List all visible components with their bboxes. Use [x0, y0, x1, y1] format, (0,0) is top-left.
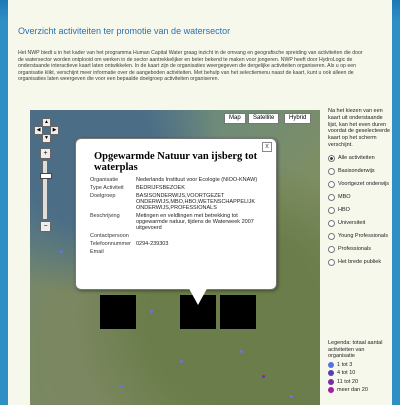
legend-title: Legenda: totaal aantal activiteiten van … [328, 340, 383, 359]
detail-key: Beschrijving [90, 213, 120, 219]
filter-option-universiteit[interactable]: Universiteit [328, 219, 392, 227]
zoom-control[interactable]: + − [40, 148, 52, 232]
legend-swatch [328, 378, 334, 385]
zoom-in-button[interactable]: + [40, 148, 51, 159]
popup-pointer [186, 283, 210, 305]
option-label: Basisonderwijs [338, 168, 375, 175]
detail-value [136, 249, 270, 257]
option-label: Professionals [338, 246, 372, 253]
option-label: HBO [338, 207, 350, 214]
detail-value: BEDRIJFSBEZOEK [136, 185, 185, 191]
filter-description: Na het kiezen van een kaart uit ondersta… [328, 108, 391, 148]
filter-option-mbo[interactable]: MBO [328, 193, 392, 201]
radio-button[interactable] [328, 232, 335, 240]
popup-details-table: Organisatie Nederlands Instituut voor Eco… [90, 177, 270, 257]
legend-label: meer dan 20 [337, 387, 368, 393]
map-marker[interactable] [180, 360, 183, 363]
filter-option-basisonderwijs[interactable]: Basisonderwijs [328, 167, 392, 175]
detail-value: BASISONDERWIJS,VOORTGEZET ONDERWIJS,MBO,… [136, 193, 256, 211]
filter-option-hbo[interactable]: HBO [328, 206, 392, 214]
map-marker[interactable] [290, 395, 293, 398]
pan-right-icon[interactable]: ▶ [50, 126, 59, 135]
map-legend: Legenda: totaal aantal activiteiten van … [328, 340, 392, 394]
radio-button[interactable] [328, 180, 335, 188]
map-type-satellite-button[interactable]: Satellite [248, 113, 280, 124]
table-row: Type Activiteit BEDRIJFSBEZOEK [90, 185, 270, 193]
option-label: Alle activiteiten [338, 155, 375, 162]
map-marker[interactable] [150, 310, 153, 313]
detail-key: Telefoonnummer [90, 241, 131, 247]
legend-item: 1 tot 3 [328, 362, 392, 369]
table-row: Beschrijving Metingen en veldlingen met b… [90, 213, 270, 233]
redaction-block [220, 295, 256, 329]
legend-label: 11 tot 20 [337, 378, 358, 385]
detail-key: Contactpersoon [90, 233, 129, 239]
zoom-slider[interactable] [40, 160, 52, 220]
table-row: Organisatie Nederlands Instituut voor Eco… [90, 177, 270, 185]
option-label: MBO [338, 194, 351, 201]
page-title: Overzicht activiteiten ter promotie van … [18, 26, 231, 36]
radio-button[interactable] [328, 167, 335, 175]
filter-panel: Na het kiezen van een kaart uit ondersta… [328, 108, 392, 266]
filter-option-professionals[interactable]: Professionals [328, 245, 392, 253]
legend-swatch [328, 387, 334, 394]
map-type-map-button[interactable]: Map [224, 113, 246, 124]
legend-label: 1 tot 3 [337, 361, 353, 368]
zoom-out-button[interactable]: − [40, 221, 51, 232]
legend-item: 4 tot 10 [328, 370, 392, 377]
radio-button[interactable] [328, 258, 335, 266]
filter-option-alle-activiteiten[interactable]: Alle activiteiten [328, 154, 392, 162]
intro-text: Het NWP biedt u in het kader van het pro… [18, 50, 363, 83]
popup-title: Opgewarmde Natuur van ijsberg tot waterp… [94, 151, 258, 173]
map-marker[interactable] [60, 250, 63, 253]
filter-option-brede-publiek[interactable]: Het brede publiek [328, 258, 392, 266]
radio-button[interactable] [328, 154, 335, 162]
radio-button[interactable] [328, 219, 335, 227]
detail-key: Organisatie [90, 177, 119, 183]
redaction-block [100, 295, 136, 329]
legend-swatch [328, 370, 334, 377]
option-label: Het brede publiek [338, 259, 382, 266]
radio-button[interactable] [328, 206, 335, 214]
detail-value [136, 233, 270, 241]
table-row: Telefoonnummer 0294-239303 [90, 241, 270, 249]
table-row: Email [90, 249, 270, 257]
pan-down-icon[interactable]: ▼ [42, 134, 51, 143]
detail-value: 0294-239303 [136, 241, 169, 247]
map-marker[interactable] [262, 375, 265, 378]
legend-item: meer dan 20 [328, 387, 392, 394]
radio-button[interactable] [328, 245, 335, 253]
legend-item: 11 tot 20 [328, 379, 392, 386]
detail-key: Doelgroep [90, 193, 116, 199]
legend-label: 4 tot 10 [337, 370, 356, 376]
legend-swatch [328, 361, 334, 368]
option-label: Voortgezet onderwijs [338, 181, 390, 188]
detail-key: Type Activiteit [90, 185, 124, 191]
detail-value: Nederlands Instituut voor Ecologie (NIOO… [136, 177, 258, 183]
option-label: Young Professionals [338, 233, 388, 240]
map-type-hybrid-button[interactable]: Hybrid [284, 113, 312, 124]
radio-button[interactable] [328, 193, 335, 201]
detail-value: Metingen en veldlingen met betrekking to… [136, 213, 254, 231]
filter-option-young-professionals[interactable]: Young Professionals [328, 232, 392, 240]
pan-control[interactable]: ▲ ◀ ▶ ▼ [34, 118, 59, 143]
map-marker[interactable] [120, 385, 123, 388]
table-row: Contactpersoon [90, 233, 270, 241]
detail-key: Email [90, 249, 104, 255]
filter-option-voortgezet-onderwijs[interactable]: Voortgezet onderwijs [328, 180, 392, 188]
option-label: Universiteit [338, 220, 366, 227]
info-popup: x Opgewarmde Natuur van ijsberg tot wate… [75, 138, 277, 290]
table-row: Doelgroep BASISONDERWIJS,VOORTGEZET ONDER… [90, 193, 270, 213]
map-marker[interactable] [240, 350, 243, 353]
